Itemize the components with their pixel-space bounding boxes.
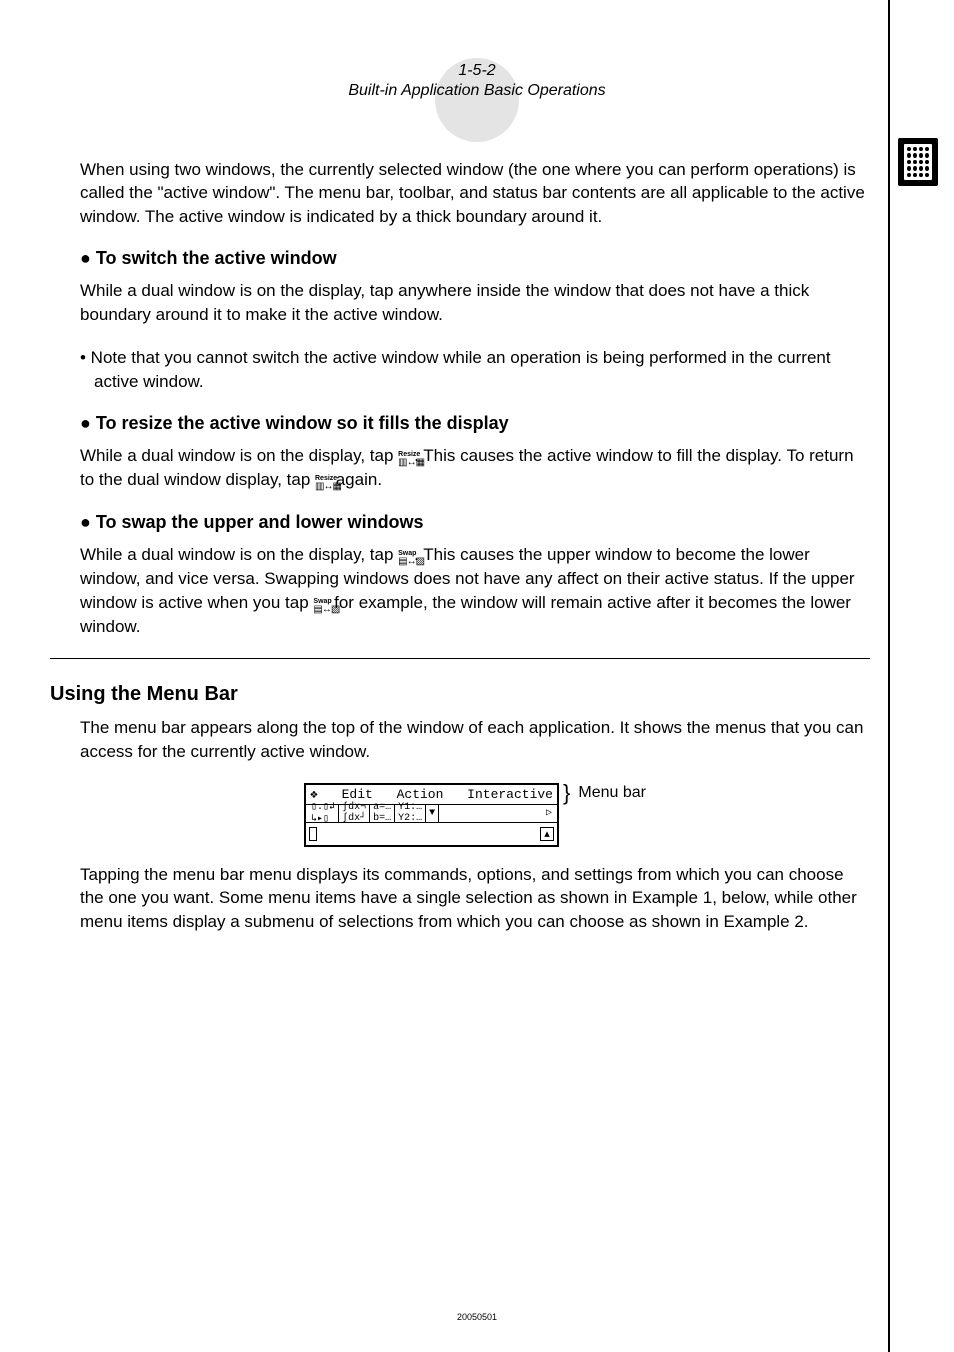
resize-icon: Resize▥↔▦ [398, 451, 414, 468]
menu-bar-explain: Tapping the menu bar menu displays its c… [80, 863, 870, 933]
toolbar-group-1: ▯.▯↲↳▸▯ [308, 805, 339, 822]
toolbar-more-icon: ▷ [439, 805, 555, 822]
page: 1-5-2 Built-in Application Basic Operati… [0, 0, 954, 1352]
scroll-up-icon: ▴ [540, 827, 554, 841]
swap-icon-glyph: ▤↔▧ [398, 557, 414, 567]
text-fragment: While a dual window is on the display, t… [80, 545, 398, 564]
text-cursor-icon [309, 827, 317, 841]
resize-icon-glyph: ▥↔▦ [315, 482, 331, 492]
menu-bar-label: Menu bar [578, 784, 646, 802]
toolbar-group-3: a=…b=… [370, 805, 395, 822]
calculator-app-icon [898, 138, 938, 186]
section-swap-head: ● To swap the upper and lower windows [80, 512, 870, 533]
section-swap-p1: While a dual window is on the display, t… [80, 543, 870, 638]
content-area: When using two windows, the currently se… [80, 158, 870, 953]
swap-icon-glyph: ▤↔▧ [313, 605, 329, 615]
v-menu-icon: ❖ [310, 787, 318, 802]
section-resize-p1: While a dual window is on the display, t… [80, 444, 870, 492]
text-fragment: While a dual window is on the display, t… [80, 446, 398, 465]
interactive-menu: Interactive [467, 787, 553, 802]
intro-paragraph: When using two windows, the currently se… [80, 158, 870, 228]
calculator-app-icon-dots [904, 144, 932, 180]
swap-icon: Swap▤↔▧ [398, 550, 414, 567]
toolbar-group-4: Y1:…Y2:… [395, 805, 426, 822]
brace-icon: } [563, 780, 570, 806]
calculator-screenshot: ❖ Edit Action Interactive ▯.▯↲↳▸▯ ∫dx¬∫d… [304, 783, 559, 847]
edit-menu: Edit [342, 787, 373, 802]
section-switch-note: • Note that you cannot switch the active… [80, 346, 870, 393]
resize-icon: Resize▥↔▦ [315, 475, 331, 492]
footer-code: 20050501 [0, 1312, 954, 1322]
heading-using-menu-bar: Using the Menu Bar [50, 683, 870, 706]
swap-icon: Swap▤↔▧ [313, 598, 329, 615]
text-fragment: again. [331, 470, 382, 489]
calc-toolbar: ▯.▯↲↳▸▯ ∫dx¬∫dx┘ a=…b=… Y1:…Y2:… ▼ ▷ [306, 805, 557, 823]
section-resize-head: ● To resize the active window so it fill… [80, 413, 870, 434]
toolbar-dropdown-icon: ▼ [426, 805, 439, 822]
resize-icon-glyph: ▥↔▦ [398, 458, 414, 468]
section-switch-head: ● To switch the active window [80, 248, 870, 269]
page-number: 1-5-2 [0, 62, 954, 80]
section-switch-p1: While a dual window is on the display, t… [80, 279, 870, 326]
page-header: 1-5-2 Built-in Application Basic Operati… [0, 62, 954, 100]
calc-input-line: ▴ [306, 823, 557, 845]
toolbar-group-2: ∫dx¬∫dx┘ [339, 805, 370, 822]
section-divider [50, 658, 870, 659]
menu-bar-intro: The menu bar appears along the top of th… [80, 716, 870, 763]
page-title: Built-in Application Basic Operations [0, 82, 954, 100]
right-margin-rule [888, 0, 890, 1352]
menu-bar-figure: ❖ Edit Action Interactive ▯.▯↲↳▸▯ ∫dx¬∫d… [80, 783, 870, 847]
action-menu: Action [397, 787, 444, 802]
